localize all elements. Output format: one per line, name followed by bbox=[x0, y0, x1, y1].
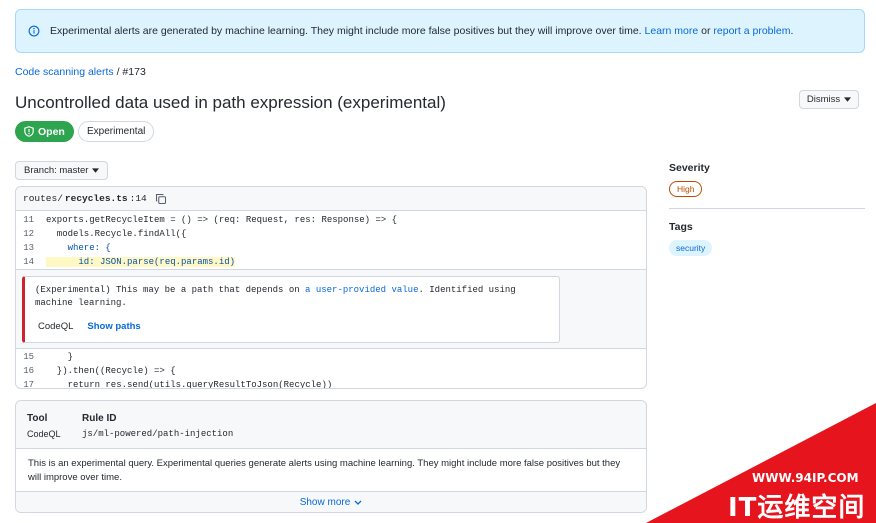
info-icon bbox=[28, 25, 40, 37]
code-text: where: { bbox=[46, 243, 111, 253]
tags-section: Tags security bbox=[669, 221, 865, 256]
line-number: 14 bbox=[23, 257, 34, 267]
code-line: 17 return res.send(utils.queryResultToJs… bbox=[16, 378, 646, 389]
alert-message-area: (Experimental) This may be a path that d… bbox=[16, 269, 646, 349]
code-line-highlighted: 14 id: JSON.parse(req.params.id) bbox=[16, 255, 646, 269]
branch-selector[interactable]: Branch: master bbox=[15, 161, 109, 180]
tags-title: Tags bbox=[669, 221, 693, 233]
alert-text-before: (Experimental) This may be a path that d… bbox=[35, 285, 306, 295]
caret-down-icon bbox=[844, 97, 852, 102]
file-path-header: routes/recycles.ts:14 bbox=[16, 187, 646, 211]
caret-down-icon bbox=[92, 168, 100, 173]
line-number: 17 bbox=[23, 380, 34, 389]
alert-tool: CodeQL bbox=[38, 321, 74, 332]
alert-message-card: (Experimental) This may be a path that d… bbox=[22, 276, 560, 343]
watermark-logo: IT运维空间 bbox=[728, 493, 866, 523]
breadcrumb-current: #173 bbox=[122, 66, 146, 78]
state-open-label: Open bbox=[38, 125, 65, 138]
state-open-badge: Open bbox=[15, 121, 74, 142]
banner-period: . bbox=[790, 25, 794, 37]
tool-label: Tool bbox=[27, 413, 48, 424]
user-provided-value-link[interactable]: a user-provided value bbox=[305, 285, 418, 295]
code-text: } bbox=[46, 352, 74, 362]
branch-label: Branch: master bbox=[24, 165, 89, 176]
code-line: 16 }).then((Recycle) => { bbox=[16, 364, 646, 378]
severity-section: Severity High bbox=[669, 162, 865, 197]
alert-footer: CodeQL Show paths bbox=[38, 320, 141, 333]
shield-icon bbox=[24, 126, 34, 137]
experimental-badge: Experimental bbox=[78, 121, 155, 142]
file-line: :14 bbox=[129, 193, 147, 204]
show-paths-link[interactable]: Show paths bbox=[87, 320, 140, 333]
breadcrumb-code-scanning-link[interactable]: Code scanning alerts bbox=[15, 66, 114, 78]
rule-id-value: js/ml-powered/path-injection bbox=[82, 429, 234, 439]
line-number: 16 bbox=[23, 366, 34, 376]
show-more-label: Show more bbox=[299, 497, 351, 508]
file-path-prefix: routes/ bbox=[23, 193, 63, 204]
rule-details: Tool CodeQL Rule ID js/ml-powered/path-i… bbox=[15, 400, 647, 513]
line-number: 12 bbox=[23, 229, 34, 239]
code-line: 11 exports.getRecycleItem = () => (req: … bbox=[16, 213, 646, 227]
code-text: exports.getRecycleItem = () => (req: Req… bbox=[46, 215, 398, 225]
dismiss-label: Dismiss bbox=[806, 94, 841, 105]
banner-text: Experimental alerts are generated by mac… bbox=[50, 25, 642, 37]
alert-message: (Experimental) This may be a path that d… bbox=[35, 284, 549, 310]
page-title: Uncontrolled data used in path expressio… bbox=[15, 93, 446, 112]
code-line: 13 where: { bbox=[16, 241, 646, 255]
experimental-label: Experimental bbox=[87, 126, 146, 137]
rule-id-label: Rule ID bbox=[82, 413, 117, 424]
breadcrumb: Code scanning alerts / #173 bbox=[15, 66, 146, 78]
code-line: 15 } bbox=[16, 350, 646, 364]
banner-or: or bbox=[701, 25, 711, 37]
file-name: recycles.ts bbox=[64, 193, 128, 204]
copy-icon[interactable] bbox=[155, 193, 167, 205]
code-snippet: routes/recycles.ts:14 11 exports.getRecy… bbox=[15, 186, 647, 389]
sidebar-divider bbox=[669, 208, 865, 209]
code-text: id: JSON.parse(req.params.id) bbox=[46, 257, 236, 267]
severity-title: Severity bbox=[669, 162, 710, 174]
tag-security[interactable]: security bbox=[669, 240, 713, 256]
code-text: }).then((Recycle) => { bbox=[46, 366, 176, 376]
tool-value: CodeQL bbox=[27, 429, 61, 439]
experimental-banner: Experimental alerts are generated by mac… bbox=[15, 9, 865, 53]
breadcrumb-separator: / bbox=[116, 66, 120, 78]
code-text: models.Recycle.findAll({ bbox=[46, 229, 187, 239]
watermark-url: WWW.94IP.COM bbox=[752, 471, 859, 485]
rule-description: This is an experimental query. Experimen… bbox=[28, 458, 621, 483]
dismiss-button[interactable]: Dismiss bbox=[799, 90, 859, 109]
rule-header: Tool CodeQL Rule ID js/ml-powered/path-i… bbox=[16, 401, 646, 449]
code-text: return res.send(utils.queryResultToJson(… bbox=[46, 380, 333, 389]
report-problem-link[interactable]: report a problem bbox=[713, 25, 790, 37]
code-line: 12 models.Recycle.findAll({ bbox=[16, 227, 646, 241]
line-number: 15 bbox=[23, 352, 34, 362]
line-number: 11 bbox=[23, 215, 34, 225]
learn-more-link[interactable]: Learn more bbox=[645, 25, 699, 37]
chevron-down-icon bbox=[354, 500, 362, 505]
severity-badge: High bbox=[669, 181, 703, 197]
line-number: 13 bbox=[23, 243, 34, 253]
show-more-button[interactable]: Show more bbox=[16, 491, 646, 512]
